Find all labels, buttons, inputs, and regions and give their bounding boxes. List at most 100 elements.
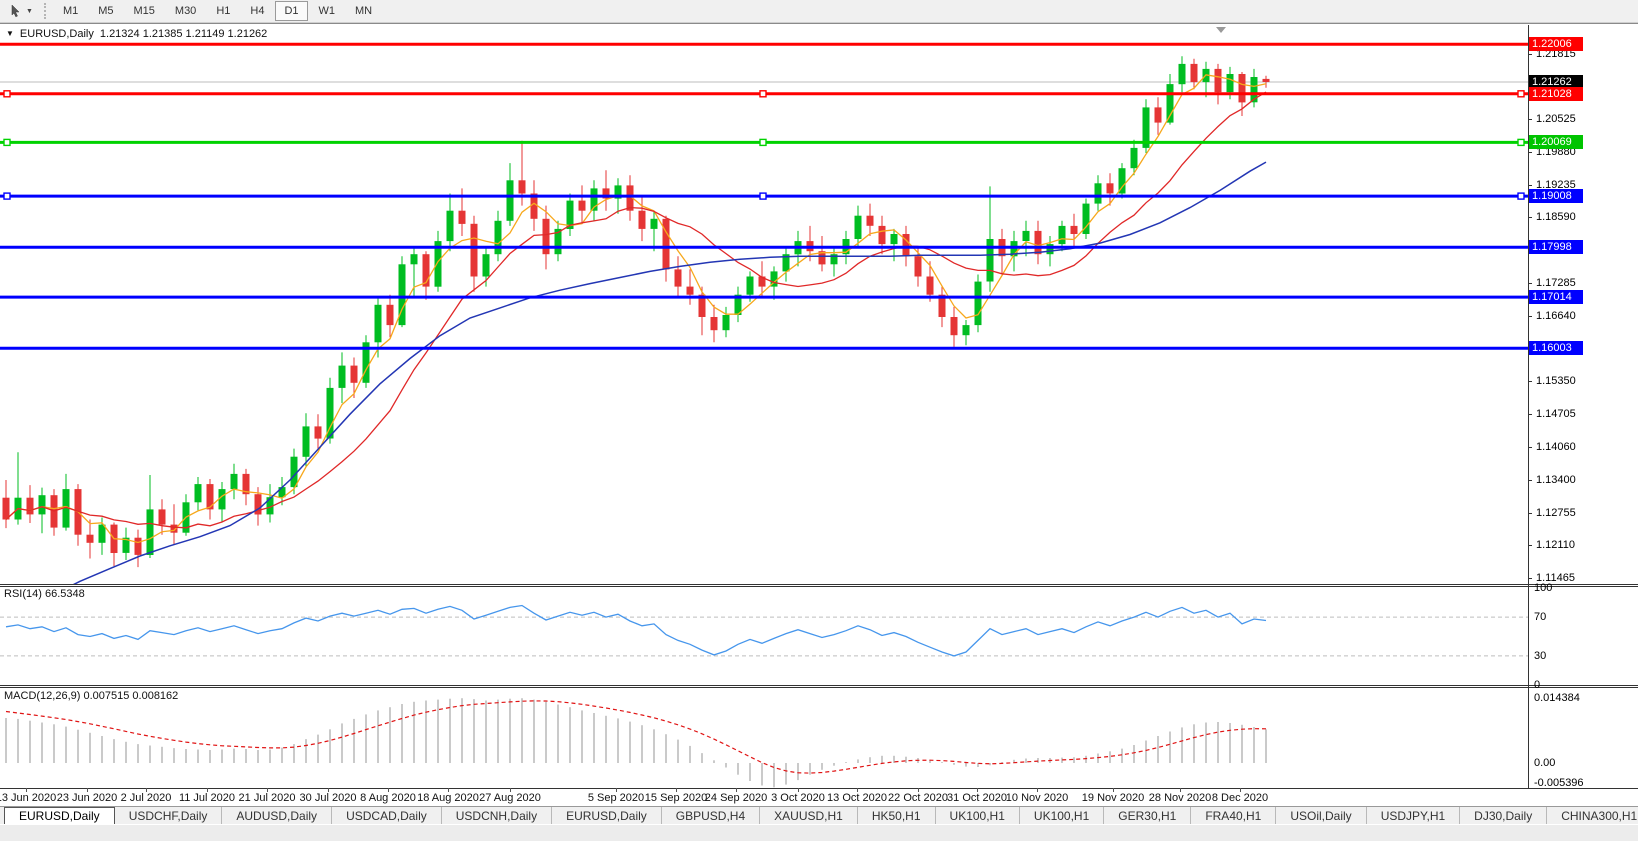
rsi-scale-label: 100 (1534, 582, 1552, 594)
candle-body (471, 224, 478, 277)
candle-body (687, 287, 694, 295)
price-tick-label: 1.12110 (1536, 539, 1626, 551)
symbol-tab-GBPUSD-H4[interactable]: GBPUSD,H4 (662, 807, 760, 824)
price-tick-mark (1528, 152, 1532, 153)
candle-body (975, 282, 982, 326)
line-selection-handle[interactable] (760, 139, 766, 145)
price-badge: 1.22006 (1529, 37, 1583, 51)
date-label: 31 Oct 2020 (947, 792, 1007, 804)
date-label: 28 Nov 2020 (1149, 792, 1211, 804)
line-selection-handle[interactable] (4, 139, 10, 145)
timeframe-button-D1[interactable]: D1 (275, 1, 307, 21)
macd-scale-label: 0.014384 (1534, 692, 1580, 704)
collapse-triangle-icon[interactable]: ▼ (6, 29, 14, 38)
symbol-tab-USDCHF-Daily[interactable]: USDCHF,Daily (115, 807, 223, 824)
candle-body (579, 201, 586, 211)
date-label: 19 Nov 2020 (1082, 792, 1144, 804)
time-scale[interactable]: 13 Jun 202023 Jun 20202 Jul 202011 Jul 2… (0, 788, 1638, 807)
timeframe-button-M15[interactable]: M15 (125, 1, 164, 21)
timeframe-button-M30[interactable]: M30 (166, 1, 205, 21)
candle-body (519, 180, 526, 193)
price-tick-label: 1.12755 (1536, 507, 1626, 519)
candle-body (1107, 183, 1114, 193)
rsi-scale-label: 30 (1534, 650, 1546, 662)
date-label: 13 Oct 2020 (827, 792, 887, 804)
timeframe-button-W1[interactable]: W1 (310, 1, 345, 21)
date-label: 2 Jul 2020 (121, 792, 172, 804)
candle-body (1215, 69, 1222, 92)
symbol-tab-USDCAD-Daily[interactable]: USDCAD,Daily (332, 807, 442, 824)
candle-body (639, 211, 646, 229)
symbol-tab-GER30-H1[interactable]: GER30,H1 (1104, 807, 1191, 824)
price-tick-mark (1528, 545, 1532, 546)
symbol-tab-USOil-Daily[interactable]: USOil,Daily (1276, 807, 1366, 824)
price-tick-mark (1528, 513, 1532, 514)
price-tick-mark (1528, 381, 1532, 382)
date-label: 8 Dec 2020 (1212, 792, 1268, 804)
price-tick-mark (1528, 185, 1532, 186)
symbol-tab-USDJPY-H1[interactable]: USDJPY,H1 (1367, 807, 1460, 824)
price-tick-mark (1528, 119, 1532, 120)
price-tick-label: 1.17285 (1536, 277, 1626, 289)
date-label: 11 Jul 2020 (179, 792, 235, 804)
line-selection-handle[interactable] (760, 193, 766, 199)
candle-body (3, 498, 10, 520)
timeframe-button-M5[interactable]: M5 (89, 1, 122, 21)
symbol-tab-XAUUSD-H1[interactable]: XAUUSD,H1 (760, 807, 858, 824)
rsi-panel[interactable] (0, 587, 1528, 685)
candle-body (27, 498, 34, 515)
symbol-tab-DJ30-Daily[interactable]: DJ30,Daily (1460, 807, 1547, 824)
symbol-tab-CHINA300-H1[interactable]: CHINA300,H1 (1547, 807, 1638, 824)
price-tick-mark (1528, 217, 1532, 218)
line-selection-handle[interactable] (4, 193, 10, 199)
candle-body (1035, 231, 1042, 254)
candle-body (675, 269, 682, 286)
line-selection-handle[interactable] (1518, 91, 1524, 97)
chart-title-ohlc: 1.21324 1.21385 1.21149 1.21262 (100, 28, 267, 40)
candle-body (147, 509, 154, 555)
symbol-tab-UK100-H1[interactable]: UK100,H1 (1020, 807, 1104, 824)
chart-title-symbol: EURUSD,Daily (20, 28, 94, 40)
line-selection-handle[interactable] (1518, 139, 1524, 145)
price-tick-mark (1528, 316, 1532, 317)
symbol-tab-EURUSD-Daily[interactable]: EURUSD,Daily (4, 807, 115, 824)
price-tick-label: 1.14060 (1536, 441, 1626, 453)
cursor-tool-button[interactable]: ▼ (2, 1, 40, 21)
rsi-scale-label: 70 (1534, 611, 1546, 623)
rsi-scale-label: 0 (1534, 679, 1540, 691)
symbol-tab-UK100-H1[interactable]: UK100,H1 (936, 807, 1020, 824)
price-tick-mark (1528, 283, 1532, 284)
candle-body (303, 426, 310, 456)
chart-window: ▼ EURUSD,Daily 1.21324 1.21385 1.21149 1… (0, 23, 1638, 806)
candle-body (195, 484, 202, 502)
symbol-tab-EURUSD-Daily[interactable]: EURUSD,Daily (552, 807, 662, 824)
candle-body (159, 509, 166, 524)
candle-body (915, 256, 922, 276)
macd-panel[interactable] (0, 688, 1528, 788)
symbol-tab-HK50-H1[interactable]: HK50,H1 (858, 807, 936, 824)
symbol-tab-FRA40-H1[interactable]: FRA40,H1 (1191, 807, 1276, 824)
price-tick-label: 1.13400 (1536, 474, 1626, 486)
timeframe-button-MN[interactable]: MN (346, 1, 381, 21)
line-selection-handle[interactable] (760, 91, 766, 97)
line-selection-handle[interactable] (4, 91, 10, 97)
timeframe-button-H4[interactable]: H4 (241, 1, 273, 21)
candle-body (963, 325, 970, 335)
ma-mid-line (6, 92, 1266, 528)
price-tick-label: 1.14705 (1536, 408, 1626, 420)
candle-body (1131, 148, 1138, 168)
timeframe-button-M1[interactable]: M1 (54, 1, 87, 21)
macd-scale-label: 0.00 (1534, 757, 1555, 769)
main-price-chart[interactable] (0, 42, 1528, 584)
date-label: 10 Nov 2020 (1006, 792, 1068, 804)
rsi-indicator-label: RSI(14) 66.5348 (4, 588, 85, 600)
symbol-tab-USDCNH-Daily[interactable]: USDCNH,Daily (442, 807, 552, 824)
line-selection-handle[interactable] (1518, 193, 1524, 199)
chart-shift-marker[interactable] (1216, 27, 1226, 33)
timeframe-button-H1[interactable]: H1 (207, 1, 239, 21)
symbol-tab-AUDUSD-Daily[interactable]: AUDUSD,Daily (222, 807, 332, 824)
candle-body (87, 535, 94, 543)
candle-body (1227, 74, 1234, 92)
date-label: 24 Sep 2020 (705, 792, 767, 804)
candle-body (483, 254, 490, 276)
